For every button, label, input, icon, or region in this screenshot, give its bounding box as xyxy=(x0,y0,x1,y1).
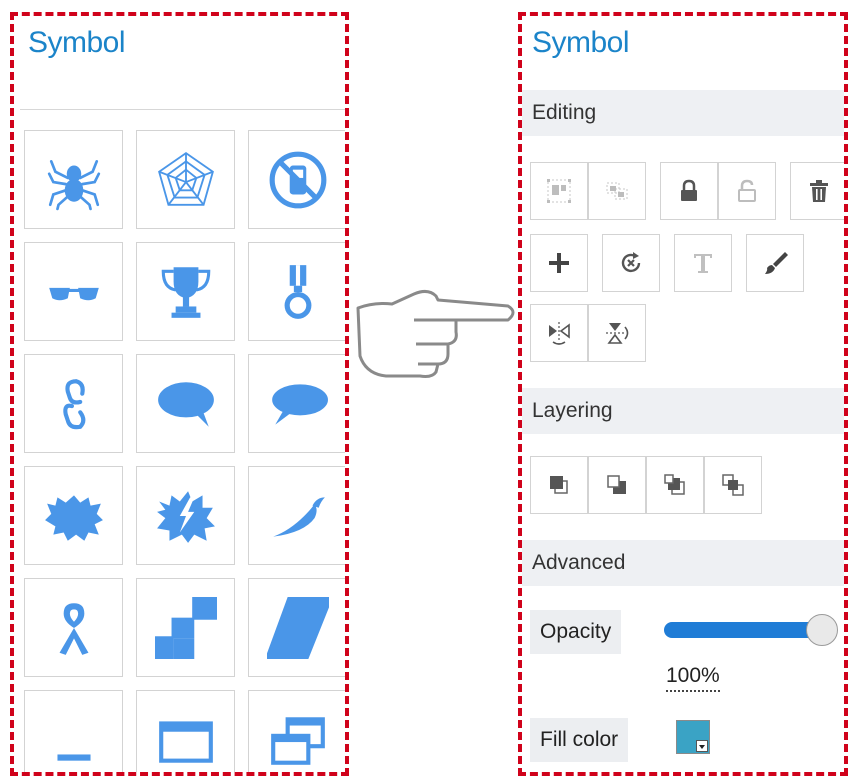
chevron-down-icon xyxy=(696,740,708,752)
lock-button[interactable] xyxy=(660,162,718,220)
flip-horizontal-icon xyxy=(549,322,570,345)
send-backward-icon xyxy=(722,474,744,496)
symbol-library-title: Symbol xyxy=(28,26,126,59)
fill-color-label: Fill color xyxy=(530,718,629,762)
starburst-icon xyxy=(44,494,103,541)
text-icon xyxy=(694,254,712,273)
symbol-trophy[interactable] xyxy=(136,242,235,341)
symbol-lightning-burst[interactable] xyxy=(136,466,235,565)
minimize-window-icon xyxy=(56,753,91,761)
symbol-speech-bubble-left[interactable] xyxy=(248,354,345,453)
maximize-window-icon xyxy=(158,720,213,763)
parallelogram-icon xyxy=(266,596,329,659)
reset-rotation-icon xyxy=(621,252,641,273)
chili-pepper-icon xyxy=(272,496,325,537)
trophy-icon xyxy=(161,266,210,318)
send-to-back-icon xyxy=(607,475,626,494)
bring-to-front-button[interactable] xyxy=(530,456,588,514)
opacity-slider-track[interactable] xyxy=(664,622,824,638)
group-button[interactable] xyxy=(530,162,588,220)
flip-horizontal-button[interactable] xyxy=(530,304,588,362)
reset-rotation-button[interactable] xyxy=(602,234,660,292)
sunglasses-icon xyxy=(48,287,99,300)
opacity-value[interactable]: 100% xyxy=(666,664,720,692)
bring-to-front-icon xyxy=(550,476,568,494)
add-button[interactable] xyxy=(530,234,588,292)
restore-window-icon xyxy=(270,716,325,765)
paint-brush-button[interactable] xyxy=(746,234,804,292)
pointing-hand-icon xyxy=(356,289,515,378)
symbol-filter-bar xyxy=(20,88,345,110)
symbol-parallelogram[interactable] xyxy=(248,578,345,677)
medal-icon xyxy=(284,264,311,319)
fill-color-picker[interactable] xyxy=(676,720,710,754)
delete-button[interactable] xyxy=(790,162,844,220)
bring-forward-icon xyxy=(664,474,685,495)
bring-forward-button[interactable] xyxy=(646,456,704,514)
symbol-properties-panel: Symbol Editing Layering Advanced Opacity… xyxy=(518,12,848,776)
awareness-ribbon-icon xyxy=(59,602,88,655)
delete-icon xyxy=(810,180,828,202)
symbol-checker-squares[interactable] xyxy=(136,578,235,677)
flip-vertical-icon xyxy=(606,323,629,344)
flip-vertical-button[interactable] xyxy=(588,304,646,362)
lock-icon xyxy=(681,179,697,201)
speech-bubble-left-icon xyxy=(271,383,328,425)
unlock-icon xyxy=(738,179,756,202)
editing-section-header: Editing xyxy=(522,90,844,136)
lightning-burst-icon xyxy=(156,490,215,543)
layering-section-header: Layering xyxy=(522,388,844,434)
group-icon xyxy=(547,179,571,203)
symbol-awareness-ribbon[interactable] xyxy=(24,578,123,677)
paint-brush-icon xyxy=(765,252,788,274)
symbol-starburst[interactable] xyxy=(24,466,123,565)
symbol-medal[interactable] xyxy=(248,242,345,341)
checker-squares-icon xyxy=(154,596,217,659)
symbol-maximize-window[interactable] xyxy=(136,690,235,772)
speech-bubble-right-icon xyxy=(157,381,214,427)
opacity-label: Opacity xyxy=(530,610,622,654)
send-backward-button[interactable] xyxy=(704,456,762,514)
symbol-library-panel: Symbol xyxy=(10,12,349,776)
symbol-minimize-window[interactable] xyxy=(24,690,123,772)
symbol-sunglasses[interactable] xyxy=(24,242,123,341)
advanced-section-header: Advanced xyxy=(522,540,844,586)
ungroup-icon xyxy=(606,182,628,200)
send-to-back-button[interactable] xyxy=(588,456,646,514)
opacity-slider-thumb[interactable] xyxy=(806,614,838,646)
add-icon xyxy=(549,253,569,273)
symbol-chain-link[interactable] xyxy=(24,354,123,453)
symbol-spiderweb[interactable] xyxy=(136,130,235,229)
unlock-button[interactable] xyxy=(718,162,776,220)
ungroup-button[interactable] xyxy=(588,162,646,220)
chain-link-icon xyxy=(62,378,85,429)
symbol-spider[interactable] xyxy=(24,130,123,229)
symbol-properties-title: Symbol xyxy=(532,26,630,59)
spiderweb-icon xyxy=(157,151,214,206)
symbol-chili-pepper[interactable] xyxy=(248,466,345,565)
symbol-speech-bubble-right[interactable] xyxy=(136,354,235,453)
symbol-restore-window[interactable] xyxy=(248,690,345,772)
symbol-no-smoking[interactable] xyxy=(248,130,345,229)
no-smoking-icon xyxy=(269,151,326,208)
text-button[interactable] xyxy=(674,234,732,292)
spider-icon xyxy=(47,159,100,210)
